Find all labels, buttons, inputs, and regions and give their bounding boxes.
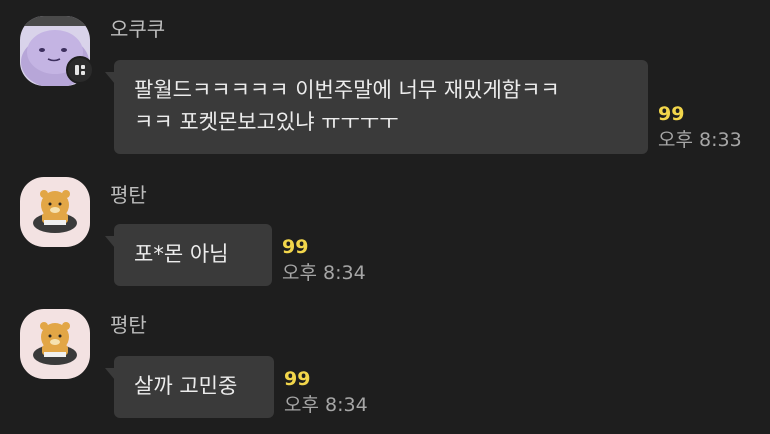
sender-name: 평탄 — [110, 313, 147, 337]
bear-avatar-icon — [20, 177, 90, 247]
chat-message: 평탄 포*몬 아님 99 오후 8:34 — [0, 170, 770, 300]
message-text-line: 팔월드ㅋㅋㅋㅋㅋ 이번주말에 너무 재밌게함ㅋㅋ — [134, 78, 560, 102]
message-meta: 99 오후 8:33 — [658, 103, 742, 153]
avatar[interactable] — [20, 177, 90, 247]
avatar[interactable] — [20, 309, 90, 379]
message-bubble[interactable]: 팔월드ㅋㅋㅋㅋㅋ 이번주말에 너무 재밌게함ㅋㅋ ㅋㅋ 포켓몬보고있냐 ㅠㅜㅜㅜ — [105, 60, 648, 154]
message-time: 오후 8:33 — [658, 129, 742, 151]
message-text-line: 포*몬 아님 — [134, 242, 229, 266]
message-text-line: 살까 고민중 — [134, 374, 238, 398]
unread-count: 99 — [284, 368, 311, 390]
profile-badge-icon — [66, 56, 94, 84]
unread-count: 99 — [282, 236, 309, 258]
message-meta: 99 오후 8:34 — [282, 236, 366, 286]
bear-avatar-icon — [20, 309, 90, 379]
message-text-line: ㅋㅋ 포켓몬보고있냐 ㅠㅜㅜㅜ — [134, 110, 399, 134]
chat-message: 평탄 살까 고민중 99 오후 8:34 — [0, 300, 770, 434]
message-meta: 99 오후 8:34 — [284, 368, 368, 418]
message-time: 오후 8:34 — [284, 394, 368, 416]
message-bubble[interactable]: 살까 고민중 — [105, 356, 274, 418]
chat-message: 오쿠쿠 팔월드ㅋㅋㅋㅋㅋ 이번주말에 너무 재밌게함ㅋㅋ ㅋㅋ 포켓몬보고있냐 … — [0, 0, 770, 170]
message-time: 오후 8:34 — [282, 262, 366, 284]
unread-count: 99 — [658, 103, 685, 125]
sender-name: 평탄 — [110, 183, 147, 207]
message-bubble[interactable]: 포*몬 아님 — [105, 224, 272, 286]
sender-name: 오쿠쿠 — [110, 17, 166, 41]
